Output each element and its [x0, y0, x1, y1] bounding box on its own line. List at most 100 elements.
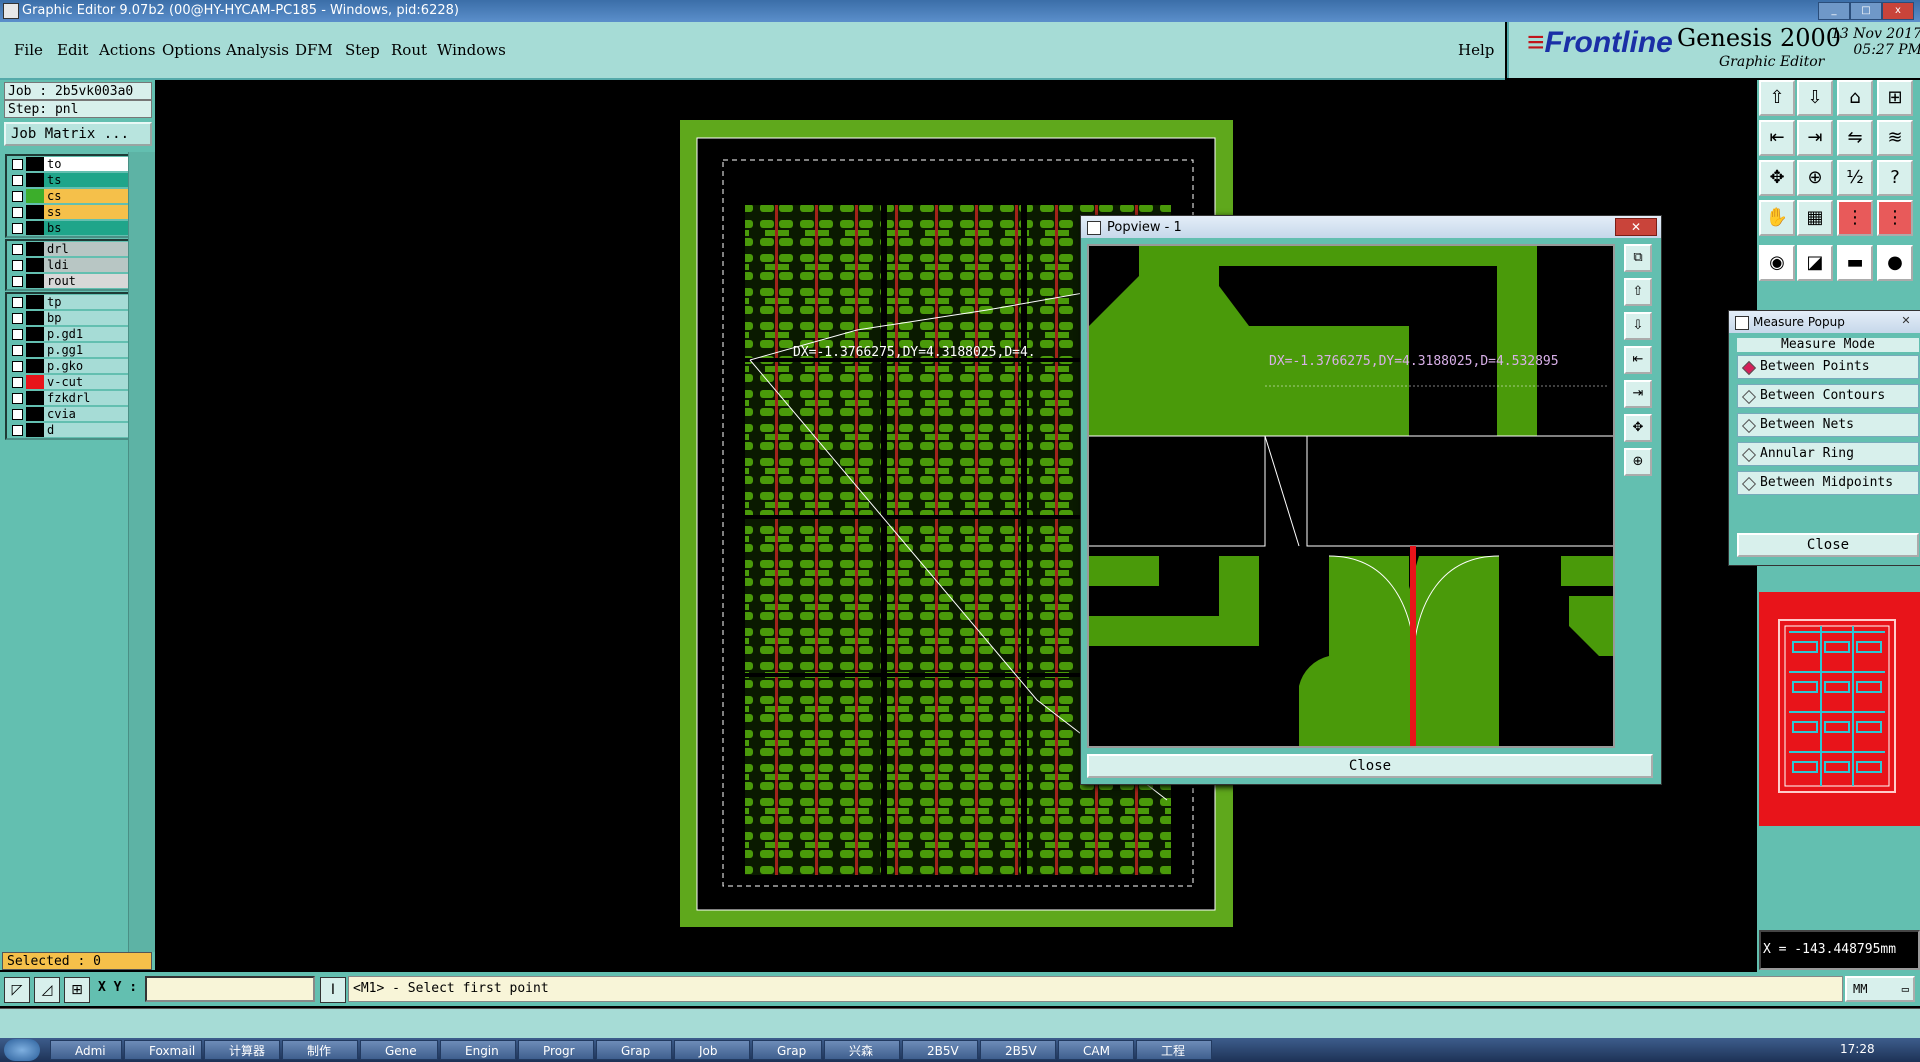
layer-row-bs[interactable]: bs	[7, 220, 129, 236]
pan-right-icon[interactable]: ⇥	[1624, 380, 1652, 408]
net-highlight-icon[interactable]: ⋮	[1837, 200, 1873, 236]
layer-row-ldi[interactable]: ldi	[7, 257, 129, 273]
popview-title-bar[interactable]: Popview - 1 ✕	[1081, 216, 1661, 238]
layer-row-ts[interactable]: ts	[7, 172, 129, 188]
zoom-out-icon[interactable]: ⇩	[1624, 312, 1652, 340]
layer-row-fzkdrl[interactable]: fzkdrl	[7, 390, 129, 406]
scale-icon[interactable]: ½	[1837, 160, 1873, 196]
mirror-icon[interactable]: ⇋	[1837, 120, 1873, 156]
help-icon[interactable]: ?	[1877, 160, 1913, 196]
layer-checkbox[interactable]	[12, 175, 23, 186]
taskbar-item[interactable]: 工程	[1136, 1040, 1212, 1060]
option-between-contours[interactable]: Between Contours	[1737, 384, 1919, 408]
layer-name[interactable]: bp	[44, 311, 128, 325]
measure-close-button[interactable]: Close	[1737, 533, 1919, 557]
option-between-midpoints[interactable]: Between Midpoints	[1737, 471, 1919, 495]
pan-icon[interactable]: ✋	[1759, 200, 1795, 236]
taskbar-item[interactable]: 制作	[282, 1040, 358, 1060]
layer-checkbox[interactable]	[12, 329, 23, 340]
layer-row-cs[interactable]: cs	[7, 188, 129, 204]
taskbar-item[interactable]: Gene	[360, 1040, 438, 1060]
layer-name[interactable]: tp	[44, 295, 128, 309]
layer-name[interactable]: cvia	[44, 407, 128, 421]
taskbar-item[interactable]: 兴森	[824, 1040, 900, 1060]
layer-checkbox[interactable]	[12, 276, 23, 287]
layer-down-icon[interactable]: ⇩	[1797, 80, 1833, 116]
layer-row-p-gg1[interactable]: p.gg1	[7, 342, 129, 358]
line-icon[interactable]: ◪	[1797, 245, 1833, 281]
surface-icon[interactable]: ▬	[1837, 245, 1873, 281]
layer-name[interactable]: rout	[44, 274, 128, 288]
popview-zoomed-view[interactable]: DX=-1.3766275,DY=4.3188025,D=4.532895	[1087, 244, 1615, 748]
menu-step[interactable]: Step	[345, 41, 380, 59]
taskbar-item[interactable]: Engin	[440, 1040, 516, 1060]
layer-row-p-gko[interactable]: p.gko	[7, 358, 129, 374]
layer-checkbox[interactable]	[12, 393, 23, 404]
menu-options[interactable]: Options	[162, 41, 221, 59]
pan-left-icon[interactable]: ⇤	[1624, 346, 1652, 374]
grid-icon[interactable]: ⊞	[1877, 80, 1913, 116]
layer-name[interactable]: d	[44, 423, 128, 437]
layer-name[interactable]: v-cut	[44, 375, 128, 389]
layer-name[interactable]: ts	[44, 173, 128, 187]
net-compare-icon[interactable]: ⋮	[1877, 200, 1913, 236]
menu-dfm[interactable]: DFM	[295, 41, 333, 59]
panel-overview-map[interactable]	[1759, 592, 1920, 826]
layer-checkbox[interactable]	[12, 377, 23, 388]
menu-file[interactable]: File	[14, 41, 43, 59]
zoom-in-icon[interactable]: ⇧	[1624, 278, 1652, 306]
snap-icon[interactable]: ≋	[1877, 120, 1913, 156]
layer-name[interactable]: cs	[44, 189, 128, 203]
layer-name[interactable]: p.gg1	[44, 343, 128, 357]
close-window-button[interactable]: x	[1882, 2, 1914, 20]
home-icon[interactable]: ⌂	[1837, 80, 1873, 116]
layer-name[interactable]: fzkdrl	[44, 391, 128, 405]
grid-mode-icon[interactable]: ⊞	[64, 977, 90, 1003]
layer-row-drl[interactable]: drl	[7, 241, 129, 257]
multi-view-icon[interactable]: ▦	[1797, 200, 1833, 236]
taskbar-item[interactable]: Job	[674, 1040, 750, 1060]
fit-profile-icon[interactable]: ⊕	[1797, 160, 1833, 196]
layer-checkbox[interactable]	[12, 361, 23, 372]
menu-edit[interactable]: Edit	[57, 41, 88, 59]
shift-left-icon[interactable]: ⇤	[1759, 120, 1795, 156]
taskbar-item[interactable]: Grap	[596, 1040, 672, 1060]
shift-right-icon[interactable]: ⇥	[1797, 120, 1833, 156]
layer-name[interactable]: to	[44, 157, 128, 171]
menu-windows[interactable]: Windows	[437, 41, 506, 59]
zoom-home-icon[interactable]: ⧉	[1624, 244, 1652, 272]
menu-analysis[interactable]: Analysis	[226, 41, 289, 59]
units-selector[interactable]: MM ▭	[1845, 976, 1915, 1002]
xy-input[interactable]	[145, 976, 315, 1002]
maximize-button[interactable]: □	[1850, 2, 1882, 20]
fit-icon[interactable]: ✥	[1624, 414, 1652, 442]
taskbar-item[interactable]: 2B5V	[902, 1040, 978, 1060]
layer-checkbox[interactable]	[12, 260, 23, 271]
start-button[interactable]	[4, 1039, 40, 1061]
measure-close-x-icon[interactable]: ✕	[1897, 314, 1915, 328]
option-annular-ring[interactable]: Annular Ring	[1737, 442, 1919, 466]
layer-checkbox[interactable]	[12, 313, 23, 324]
layer-row-v-cut[interactable]: v-cut	[7, 374, 129, 390]
layer-row-ss[interactable]: ss	[7, 204, 129, 220]
layer-name[interactable]: bs	[44, 221, 128, 235]
layer-name[interactable]: p.gd1	[44, 327, 128, 341]
taskbar-item[interactable]: Foxmail	[124, 1040, 202, 1060]
layer-name[interactable]: ss	[44, 205, 128, 219]
option-between-points[interactable]: Between Points	[1737, 355, 1919, 379]
layer-name[interactable]: ldi	[44, 258, 128, 272]
layer-checkbox[interactable]	[12, 297, 23, 308]
layer-up-icon[interactable]: ⇧	[1759, 80, 1795, 116]
taskbar-item[interactable]: Progr	[518, 1040, 594, 1060]
fit-all-icon[interactable]: ✥	[1759, 160, 1795, 196]
center-icon[interactable]: ⊕	[1624, 448, 1652, 476]
layer-checkbox[interactable]	[12, 409, 23, 420]
popview-close-button[interactable]: Close	[1087, 754, 1653, 778]
layer-row-bp[interactable]: bp	[7, 310, 129, 326]
taskbar-item[interactable]: Grap	[752, 1040, 822, 1060]
layer-scrollbar[interactable]	[128, 152, 155, 952]
layer-row-rout[interactable]: rout	[7, 273, 129, 289]
layer-checkbox[interactable]	[12, 159, 23, 170]
layer-row-to[interactable]: to	[7, 156, 129, 172]
menu-actions[interactable]: Actions	[99, 41, 155, 59]
